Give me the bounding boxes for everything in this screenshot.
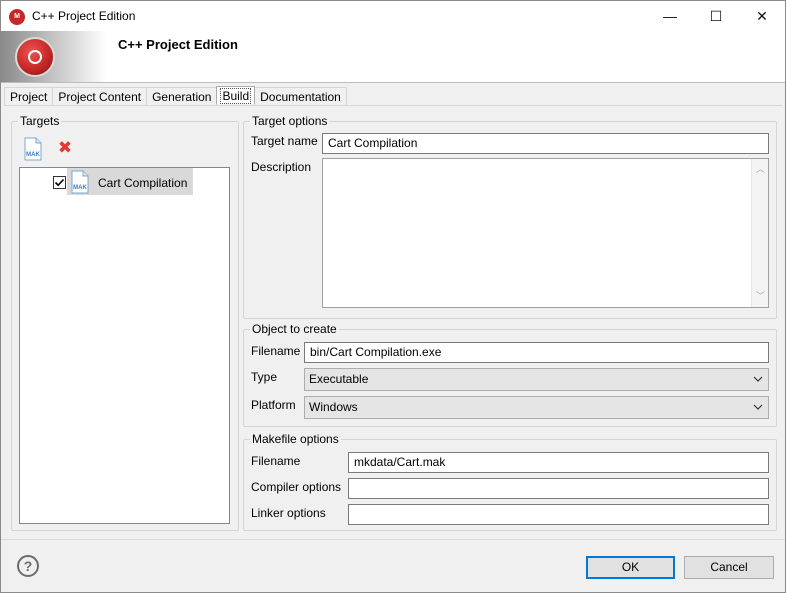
ok-button[interactable]: OK (586, 556, 675, 579)
svg-text:MAK: MAK (73, 185, 87, 191)
tab-build[interactable]: Build (216, 86, 256, 104)
description-label: Description (251, 160, 312, 174)
target-name-input[interactable]: Cart Compilation (322, 133, 769, 154)
cancel-button[interactable]: Cancel (684, 556, 774, 579)
description-textarea[interactable]: ︿ ﹀ (322, 158, 769, 308)
scroll-down-icon[interactable]: ﹀ (752, 288, 769, 305)
object-filename-input[interactable]: bin/Cart Compilation.exe (304, 342, 769, 363)
header-banner: C++ Project Edition (1, 31, 785, 83)
banner-title: C++ Project Edition (118, 37, 238, 52)
makefile-options-title: Makefile options (250, 432, 341, 446)
maximize-icon: ☐ (709, 7, 723, 24)
new-target-icon[interactable]: MAK (23, 137, 43, 161)
targets-group-title: Targets (18, 114, 62, 128)
chevron-down-icon (753, 376, 763, 382)
tab-project[interactable]: Project (4, 87, 54, 106)
scroll-up-icon[interactable]: ︿ (752, 161, 769, 178)
linker-options-label: Linker options (251, 506, 326, 520)
platform-select-value: Windows (309, 400, 358, 414)
target-name-label: Target name (251, 134, 318, 148)
makefile-filename-input[interactable]: mkdata/Cart.mak (348, 452, 769, 473)
targets-list[interactable]: MAK Cart Compilation (19, 167, 230, 524)
title-bar: M C++ Project Edition — ☐ ✕ (1, 1, 785, 31)
minimize-button[interactable]: — (647, 1, 693, 31)
makefile-filename-label: Filename (251, 454, 301, 468)
tab-project-content[interactable]: Project Content (52, 87, 148, 106)
logo-icon (15, 37, 55, 77)
tab-strip: Project Project Content Generation Build… (4, 86, 347, 106)
type-label: Type (251, 370, 278, 384)
close-icon: ✕ (756, 7, 768, 24)
platform-label: Platform (251, 398, 296, 412)
linker-options-input[interactable] (348, 504, 769, 525)
banner-logo (1, 31, 106, 82)
dialog-window: M C++ Project Edition — ☐ ✕ C++ Project … (0, 0, 786, 593)
mak-file-icon: MAK (71, 170, 89, 194)
tab-documentation[interactable]: Documentation (254, 87, 347, 106)
close-button[interactable]: ✕ (739, 1, 785, 31)
minimize-icon: — (663, 8, 677, 24)
target-item-label: Cart Compilation (98, 176, 188, 190)
platform-select[interactable]: Windows (304, 396, 769, 419)
type-select-value: Executable (309, 372, 369, 386)
compiler-options-label: Compiler options (251, 480, 342, 494)
delete-target-icon[interactable]: ✖ (56, 138, 74, 158)
tab-generation[interactable]: Generation (146, 87, 218, 106)
target-checkbox[interactable] (53, 176, 66, 189)
object-to-create-title: Object to create (250, 322, 339, 336)
compiler-options-input[interactable] (348, 478, 769, 499)
help-icon[interactable]: ? (17, 555, 39, 577)
window-title: C++ Project Edition (32, 9, 136, 23)
description-scrollbar[interactable]: ︿ ﹀ (751, 159, 768, 307)
chevron-down-icon (753, 404, 763, 410)
app-icon: M (9, 9, 25, 25)
svg-text:MAK: MAK (26, 152, 40, 158)
type-select[interactable]: Executable (304, 368, 769, 391)
maximize-button[interactable]: ☐ (693, 1, 739, 31)
target-options-title: Target options (250, 114, 330, 128)
object-filename-label: Filename (251, 344, 301, 358)
